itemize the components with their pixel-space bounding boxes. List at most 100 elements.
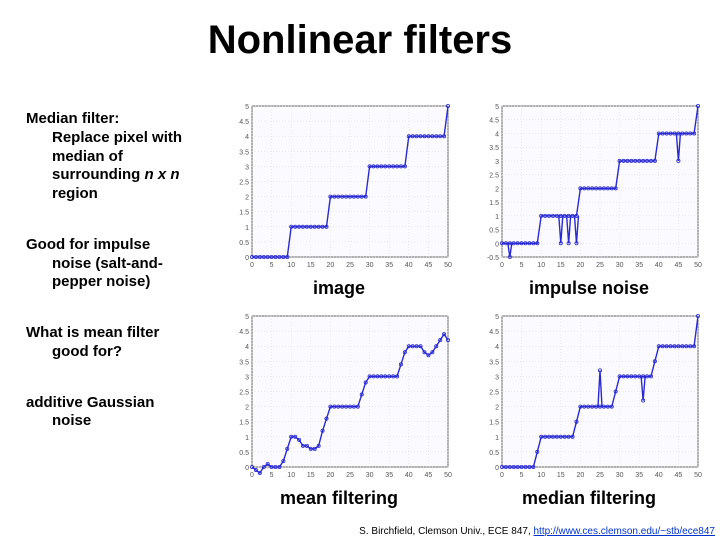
footer-credit: S. Birchfield, Clemson Univ., ECE 847, h… <box>0 526 715 537</box>
svg-text:4.5: 4.5 <box>489 329 499 336</box>
svg-text:10: 10 <box>537 262 545 269</box>
q-line1: What is mean filter <box>26 324 159 341</box>
svg-text:2.5: 2.5 <box>239 180 249 187</box>
svg-text:4: 4 <box>245 134 249 141</box>
svg-text:45: 45 <box>425 472 433 479</box>
svg-text:20: 20 <box>577 472 585 479</box>
svg-text:25: 25 <box>346 262 354 269</box>
svg-text:3: 3 <box>495 374 499 381</box>
svg-text:0.5: 0.5 <box>239 240 249 247</box>
slide-title: Nonlinear filters <box>0 18 720 63</box>
svg-text:3.5: 3.5 <box>239 149 249 156</box>
svg-text:25: 25 <box>596 262 604 269</box>
svg-text:4: 4 <box>495 344 499 351</box>
median-filter-block: Median filter: Replace pixel with median… <box>26 110 216 204</box>
svg-text:2.5: 2.5 <box>489 390 499 397</box>
svg-text:2.5: 2.5 <box>239 390 249 397</box>
good-line3: pepper noise) <box>26 273 150 292</box>
svg-text:45: 45 <box>675 262 683 269</box>
svg-text:1: 1 <box>495 435 499 442</box>
median-line1: Replace pixel with <box>52 129 182 146</box>
svg-text:15: 15 <box>557 262 565 269</box>
svg-text:35: 35 <box>385 472 393 479</box>
svg-text:0: 0 <box>245 255 249 262</box>
svg-text:15: 15 <box>307 472 315 479</box>
median-filter-head: Median filter: <box>26 110 216 129</box>
chart-image: 0510152025303540455000.511.522.533.544.5… <box>224 100 454 273</box>
svg-text:5: 5 <box>270 472 274 479</box>
svg-text:5: 5 <box>520 472 524 479</box>
gauss-line1: additive Gaussian <box>26 394 154 411</box>
good-for-block: Good for impulse noise (salt-and- pepper… <box>26 236 216 292</box>
svg-text:1.5: 1.5 <box>489 420 499 427</box>
svg-text:3.5: 3.5 <box>239 359 249 366</box>
svg-text:35: 35 <box>385 262 393 269</box>
median-line2: median of <box>52 148 123 165</box>
svg-text:45: 45 <box>425 262 433 269</box>
question-block: What is mean filter good for? <box>26 324 216 362</box>
svg-text:4: 4 <box>495 131 499 138</box>
svg-text:35: 35 <box>635 262 643 269</box>
q-line2: good for? <box>26 343 122 362</box>
svg-text:15: 15 <box>557 472 565 479</box>
slide: Nonlinear filters Median filter: Replace… <box>0 0 720 540</box>
svg-text:0.5: 0.5 <box>239 450 249 457</box>
caption-impulse-noise: impulse noise <box>474 278 704 299</box>
chart-median-filtering: 0510152025303540455000.511.522.533.544.5… <box>474 310 704 483</box>
svg-text:0: 0 <box>500 472 504 479</box>
svg-text:30: 30 <box>616 262 624 269</box>
svg-text:20: 20 <box>327 262 335 269</box>
svg-text:1: 1 <box>245 435 249 442</box>
footer-text: S. Birchfield, Clemson Univ., ECE 847, <box>359 526 533 537</box>
gauss-line2: noise <box>26 412 91 431</box>
svg-text:3: 3 <box>245 164 249 171</box>
svg-text:0: 0 <box>495 241 499 248</box>
svg-text:15: 15 <box>307 262 315 269</box>
caption-image: image <box>224 278 454 299</box>
svg-text:40: 40 <box>655 472 663 479</box>
svg-text:1.5: 1.5 <box>239 420 249 427</box>
svg-text:5: 5 <box>495 104 499 111</box>
svg-text:50: 50 <box>444 262 452 269</box>
svg-text:4.5: 4.5 <box>489 118 499 125</box>
svg-text:40: 40 <box>655 262 663 269</box>
svg-text:2: 2 <box>495 186 499 193</box>
svg-text:0: 0 <box>495 465 499 472</box>
gaussian-block: additive Gaussian noise <box>26 394 216 432</box>
svg-text:40: 40 <box>405 472 413 479</box>
svg-text:5: 5 <box>520 262 524 269</box>
svg-text:30: 30 <box>366 472 374 479</box>
svg-text:10: 10 <box>287 262 295 269</box>
svg-text:1.5: 1.5 <box>489 200 499 207</box>
svg-text:30: 30 <box>366 262 374 269</box>
svg-text:3: 3 <box>495 159 499 166</box>
svg-text:4.5: 4.5 <box>239 119 249 126</box>
median-line3b: n x n <box>145 166 180 183</box>
svg-text:3: 3 <box>245 374 249 381</box>
svg-text:2: 2 <box>245 405 249 412</box>
svg-text:20: 20 <box>577 262 585 269</box>
svg-text:25: 25 <box>596 472 604 479</box>
svg-text:1: 1 <box>495 214 499 221</box>
chart-mean-filtering: 0510152025303540455000.511.522.533.544.5… <box>224 310 454 483</box>
footer-link[interactable]: http://www.ces.clemson.edu/~stb/ece847 <box>534 526 716 537</box>
svg-text:0: 0 <box>250 262 254 269</box>
svg-text:50: 50 <box>694 262 702 269</box>
svg-text:3.5: 3.5 <box>489 359 499 366</box>
svg-text:2: 2 <box>245 195 249 202</box>
svg-text:3.5: 3.5 <box>489 145 499 152</box>
good-line1: Good for impulse <box>26 236 150 253</box>
svg-text:-0.5: -0.5 <box>487 255 499 262</box>
svg-text:1.5: 1.5 <box>239 210 249 217</box>
svg-text:50: 50 <box>444 472 452 479</box>
svg-text:0.5: 0.5 <box>489 228 499 235</box>
caption-median-filtering: median filtering <box>474 488 704 509</box>
svg-text:35: 35 <box>635 472 643 479</box>
median-line3a: surrounding <box>52 166 145 183</box>
svg-text:5: 5 <box>245 104 249 111</box>
svg-text:0: 0 <box>250 472 254 479</box>
svg-text:2.5: 2.5 <box>489 173 499 180</box>
svg-text:2: 2 <box>495 405 499 412</box>
svg-text:45: 45 <box>675 472 683 479</box>
median-line4: region <box>52 185 98 202</box>
